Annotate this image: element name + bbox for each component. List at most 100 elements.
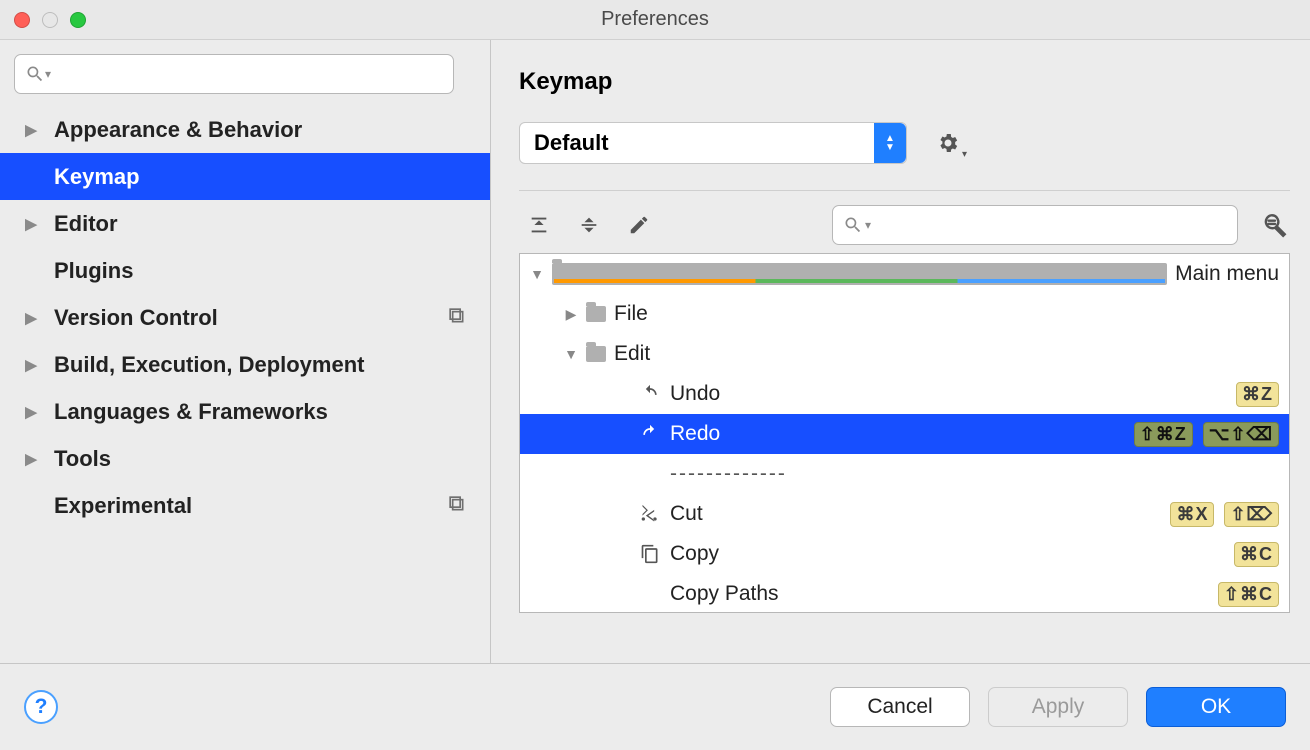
sidebar-search-input[interactable] bbox=[53, 64, 443, 85]
chevron-right-icon: ▶ bbox=[564, 306, 578, 323]
chevron-right-icon: ▶ bbox=[22, 309, 40, 327]
shortcut-badge: ⇧⌘C bbox=[1218, 582, 1279, 607]
edit-shortcut-button[interactable] bbox=[619, 205, 659, 245]
minimize-window-button[interactable] bbox=[42, 12, 58, 28]
chevron-right-icon: ▶ bbox=[22, 403, 40, 421]
apply-button: Apply bbox=[988, 687, 1128, 727]
project-settings-icon bbox=[446, 305, 466, 331]
keymap-panel: Keymap Default ▲▼ ▾ bbox=[491, 40, 1310, 663]
shortcut-badge: ⇧⌘Z bbox=[1134, 422, 1193, 447]
actions-tree[interactable]: ▼ Main menu ▶ File ▼ Edit Undo ⌘Z Redo ⇧⌘Z ⌥… bbox=[519, 253, 1290, 613]
window-title: Preferences bbox=[0, 8, 1310, 31]
shortcut-badge: ⇧⌦ bbox=[1224, 502, 1279, 527]
tree-action-label: ------------- bbox=[670, 462, 787, 486]
close-window-button[interactable] bbox=[14, 12, 30, 28]
sidebar-item-appearance-behavior[interactable]: ▶ Appearance & Behavior bbox=[0, 106, 490, 153]
help-button[interactable]: ? bbox=[24, 690, 58, 724]
tree-action-copy[interactable]: Copy ⌘C bbox=[520, 534, 1289, 574]
sidebar-item-label: Build, Execution, Deployment bbox=[54, 352, 364, 378]
zoom-window-button[interactable] bbox=[70, 12, 86, 28]
sidebar-search[interactable]: ▾ bbox=[14, 54, 454, 94]
sidebar-item-plugins[interactable]: ▶Plugins bbox=[0, 247, 490, 294]
sidebar-item-tools[interactable]: ▶ Tools bbox=[0, 435, 490, 482]
tree-action-undo[interactable]: Undo ⌘Z bbox=[520, 374, 1289, 414]
tree-action-label: Copy bbox=[670, 542, 719, 566]
sidebar-item-label: Keymap bbox=[54, 164, 140, 190]
sidebar-item-label: Appearance & Behavior bbox=[54, 117, 302, 143]
cut-icon bbox=[638, 504, 662, 524]
tree-action-copy-paths[interactable]: Copy Paths⇧⌘C bbox=[520, 574, 1289, 613]
find-by-shortcut-button[interactable] bbox=[1260, 212, 1290, 238]
sidebar-item-editor[interactable]: ▶Editor bbox=[0, 200, 490, 247]
sidebar-item-languages-frameworks[interactable]: ▶ Languages & Frameworks bbox=[0, 388, 490, 435]
sidebar-item-label: Experimental bbox=[54, 493, 192, 519]
redo-icon bbox=[638, 424, 662, 444]
tree-action-cut[interactable]: Cut ⌘X⇧⌦ bbox=[520, 494, 1289, 534]
folder-icon bbox=[586, 306, 606, 322]
chevron-right-icon: ▶ bbox=[22, 121, 40, 139]
shortcut-group: ⌘X⇧⌦ bbox=[1170, 502, 1279, 527]
shortcut-badge: ⌥⇧⌫ bbox=[1203, 422, 1279, 447]
chevron-down-icon: ▼ bbox=[564, 346, 578, 362]
sidebar-item-label: Languages & Frameworks bbox=[54, 399, 328, 425]
tree-action-redo[interactable]: Redo ⇧⌘Z ⌥⇧⌫ bbox=[520, 414, 1289, 454]
expand-all-button[interactable] bbox=[519, 205, 559, 245]
shortcut-group: ⇧⌘C bbox=[1218, 582, 1279, 607]
shortcut-group: ⇧⌘Z ⌥⇧⌫ bbox=[1134, 422, 1279, 447]
undo-icon bbox=[638, 384, 662, 404]
shortcut-group: ⌘Z bbox=[1236, 382, 1279, 407]
preferences-sidebar: ▾ ▶Appearance & Behavior▶Keymap▶Editor▶P… bbox=[0, 40, 491, 663]
folder-icon bbox=[586, 346, 606, 362]
search-icon bbox=[25, 64, 45, 84]
tree-row-file[interactable]: ▶ File bbox=[520, 294, 1289, 334]
shortcut-badge: ⌘C bbox=[1234, 542, 1279, 567]
sidebar-item-build-execution-deployment[interactable]: ▶ Build, Execution, Deployment bbox=[0, 341, 490, 388]
chevron-down-icon: ▾ bbox=[865, 218, 871, 232]
chevron-right-icon: ▶ bbox=[22, 215, 40, 233]
tree-label: Main menu bbox=[1175, 262, 1279, 286]
button-label: Cancel bbox=[867, 695, 932, 719]
keymap-scheme-select[interactable]: Default ▲▼ bbox=[519, 122, 907, 164]
sidebar-item-label: Tools bbox=[54, 446, 111, 472]
blank-icon bbox=[638, 464, 662, 484]
find-shortcut-icon bbox=[1262, 212, 1288, 238]
actions-search[interactable]: ▾ bbox=[832, 205, 1238, 245]
divider bbox=[519, 190, 1290, 191]
titlebar: Preferences bbox=[0, 0, 1310, 40]
chevron-down-icon: ▼ bbox=[530, 266, 544, 282]
collapse-all-button[interactable] bbox=[569, 205, 609, 245]
expand-all-icon bbox=[528, 214, 550, 236]
tree-label: Edit bbox=[614, 342, 650, 366]
sidebar-item-version-control[interactable]: ▶ Version Control bbox=[0, 294, 490, 341]
search-icon bbox=[843, 215, 863, 235]
button-label: Apply bbox=[1032, 695, 1085, 719]
gear-icon bbox=[936, 131, 960, 155]
actions-search-input[interactable] bbox=[873, 215, 1227, 236]
collapse-all-icon bbox=[578, 214, 600, 236]
sidebar-item-label: Version Control bbox=[54, 305, 218, 331]
select-stepper-icon: ▲▼ bbox=[874, 123, 906, 163]
sidebar-item-keymap[interactable]: ▶Keymap bbox=[0, 153, 490, 200]
project-settings-icon bbox=[446, 493, 466, 519]
panel-heading: Keymap bbox=[519, 68, 1290, 96]
scheme-settings-button[interactable]: ▾ bbox=[933, 128, 963, 158]
folder-icon bbox=[552, 263, 1167, 285]
pencil-icon bbox=[628, 214, 650, 236]
chevron-right-icon: ▶ bbox=[22, 450, 40, 468]
cancel-button[interactable]: Cancel bbox=[830, 687, 970, 727]
tree-separator: ------------- bbox=[520, 454, 1289, 494]
chevron-down-icon: ▾ bbox=[45, 67, 51, 81]
tree-row-main-menu[interactable]: ▼ Main menu bbox=[520, 254, 1289, 294]
chevron-right-icon: ▶ bbox=[22, 356, 40, 374]
tree-action-label: Cut bbox=[670, 502, 703, 526]
tree-action-label: Undo bbox=[670, 382, 720, 406]
sidebar-item-label: Plugins bbox=[54, 258, 133, 284]
sidebar-item-experimental[interactable]: ▶Experimental bbox=[0, 482, 490, 529]
tree-action-label: Redo bbox=[670, 422, 720, 446]
tree-row-edit[interactable]: ▼ Edit bbox=[520, 334, 1289, 374]
dialog-footer: ? Cancel Apply OK bbox=[0, 663, 1310, 750]
ok-button[interactable]: OK bbox=[1146, 687, 1286, 727]
sidebar-category-list: ▶Appearance & Behavior▶Keymap▶Editor▶Plu… bbox=[0, 106, 490, 663]
chevron-down-icon: ▾ bbox=[962, 149, 967, 160]
button-label: OK bbox=[1201, 695, 1231, 719]
